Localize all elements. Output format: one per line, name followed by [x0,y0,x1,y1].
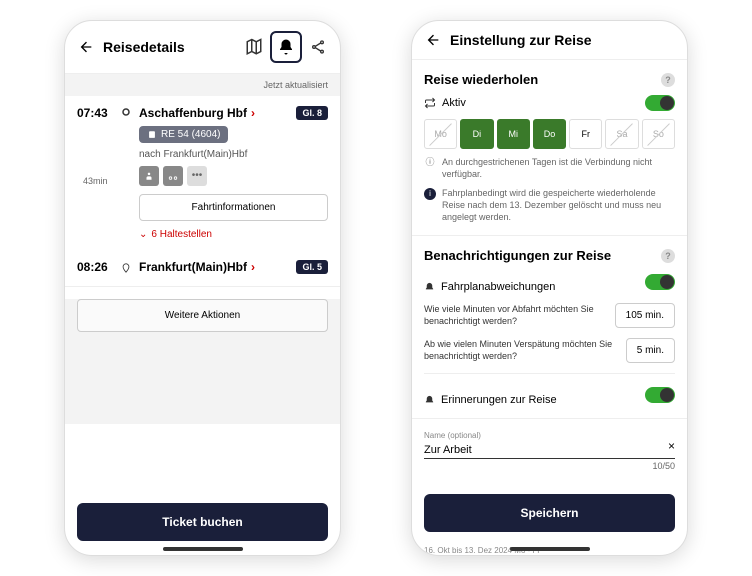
chevron-right-icon: › [251,106,255,120]
info-schedule: i Fahrplanbedingt wird die gespeicherte … [424,188,675,223]
day-so[interactable]: So [642,119,675,149]
active-row: Aktiv [424,95,675,111]
deviations-toggle[interactable] [645,274,675,290]
content: 07:43 Aschaffenburg Hbf › Gl. 8 RE 54 (4… [65,96,340,493]
phone-reisedetails: Reisedetails Jetzt aktualisiert 07:43 As… [64,20,341,556]
delay-row: Ab wie vielen Minuten Verspätung möchten… [424,338,675,363]
content: Reise wiederholen ? Aktiv Mo Di Mi Do Fr… [412,60,687,484]
header: Einstellung zur Reise [412,21,687,60]
active-toggle[interactable] [645,95,675,111]
departure-row: 07:43 Aschaffenburg Hbf › Gl. 8 RE 54 (4… [65,96,340,250]
repeat-title: Reise wiederholen ? [424,72,675,87]
chevron-right-icon: › [251,260,255,274]
deviations-row: Fahrplanabweichungen [424,271,675,293]
share-icon[interactable] [308,37,328,57]
clear-icon[interactable]: × [668,439,675,453]
deviations-label: Fahrplanabweichungen [441,281,555,293]
map-icon[interactable] [244,37,264,57]
day-di[interactable]: Di [460,119,493,149]
duration: 43min [83,176,108,186]
page-title: Reisedetails [103,39,236,55]
dep-station-name: Aschaffenburg Hbf [139,106,247,120]
stops-expand[interactable]: ⌄ 6 Haltestellen [139,229,328,240]
train-badge: RE 54 (4604) [139,126,228,143]
dep-time: 07:43 [77,106,113,240]
notif-section: Benachrichtigungen zur Reise ? Fahrplana… [412,236,687,419]
arr-track: Gl. 5 [296,260,328,274]
arrival-row: 08:26 Frankfurt(Main)Hbf › Gl. 5 [65,250,340,287]
status-bar: Jetzt aktualisiert [65,74,340,96]
repeat-section: Reise wiederholen ? Aktiv Mo Di Mi Do Fr… [412,60,687,236]
person-icon [139,166,159,186]
reminders-label: Erinnerungen zur Reise [441,394,557,406]
reminders-toggle[interactable] [645,387,675,403]
dep-track: Gl. 8 [296,106,328,120]
page-title: Einstellung zur Reise [450,32,675,48]
days-row: Mo Di Mi Do Fr Sa So [424,119,675,149]
amenities: ••• [139,166,328,186]
before-departure-row: Wie viele Minuten vor Abfahrt möchten Si… [424,303,675,328]
name-label: Name (optional) [424,431,675,440]
save-button[interactable]: Speichern [424,494,675,532]
day-mi[interactable]: Mi [497,119,530,149]
trip-info-button[interactable]: Fahrtinformationen [139,194,328,221]
more-actions-button[interactable]: Weitere Aktionen [77,299,328,332]
char-count: 10/50 [424,461,675,471]
validity-text: 16. Okt bis 13. Dez 2024 Mo - Fr [412,546,687,555]
day-mo[interactable]: Mo [424,119,457,149]
header: Reisedetails [65,21,340,74]
actions-area: Weitere Aktionen [65,299,340,424]
help-icon[interactable]: ? [661,73,675,87]
bell-icon [424,282,435,293]
timeline-dot [121,106,131,122]
arr-info: Frankfurt(Main)Hbf › Gl. 5 [139,260,328,276]
reminders-row: Erinnerungen zur Reise [424,373,675,406]
train-name: RE 54 (4604) [161,129,220,140]
help-icon[interactable]: ? [661,249,675,263]
repeat-icon [424,97,436,109]
arr-station[interactable]: Frankfurt(Main)Hbf › Gl. 5 [139,260,328,274]
info-icon: i [424,188,436,200]
back-button[interactable] [77,38,95,56]
q2-text: Ab wie vielen Minuten Verspätung möchten… [424,339,618,362]
stops-count: 6 Haltestellen [151,229,212,240]
active-label: Aktiv [442,97,466,109]
bell-icon[interactable] [270,31,302,63]
dep-station[interactable]: Aschaffenburg Hbf › Gl. 8 [139,106,328,120]
arr-station-name: Frankfurt(Main)Hbf [139,260,247,274]
pin-icon [121,260,131,276]
info-icon: ⓘ [424,157,436,169]
book-ticket-button[interactable]: Ticket buchen [77,503,328,541]
delay-value[interactable]: 5 min. [626,338,675,363]
bike-icon [163,166,183,186]
back-button[interactable] [424,31,442,49]
name-field: Name (optional) × 10/50 [424,431,675,471]
name-input[interactable] [424,442,675,459]
info-unavailable: ⓘ An durchgestrichenen Tagen ist die Ver… [424,157,675,180]
q1-text: Wie viele Minuten vor Abfahrt möchten Si… [424,304,607,327]
dep-info: Aschaffenburg Hbf › Gl. 8 RE 54 (4604) n… [139,106,328,240]
chevron-down-icon: ⌄ [139,229,147,240]
more-icon[interactable]: ••• [187,166,207,186]
destination: nach Frankfurt(Main)Hbf [139,149,328,160]
before-value[interactable]: 105 min. [615,303,675,328]
day-sa[interactable]: Sa [605,119,638,149]
day-do[interactable]: Do [533,119,566,149]
bell-icon [424,395,435,406]
phone-einstellungen: Einstellung zur Reise Reise wiederholen … [411,20,688,556]
day-fr[interactable]: Fr [569,119,602,149]
arr-time: 08:26 [77,260,113,276]
header-icons [244,31,328,63]
notif-title: Benachrichtigungen zur Reise ? [424,248,675,263]
